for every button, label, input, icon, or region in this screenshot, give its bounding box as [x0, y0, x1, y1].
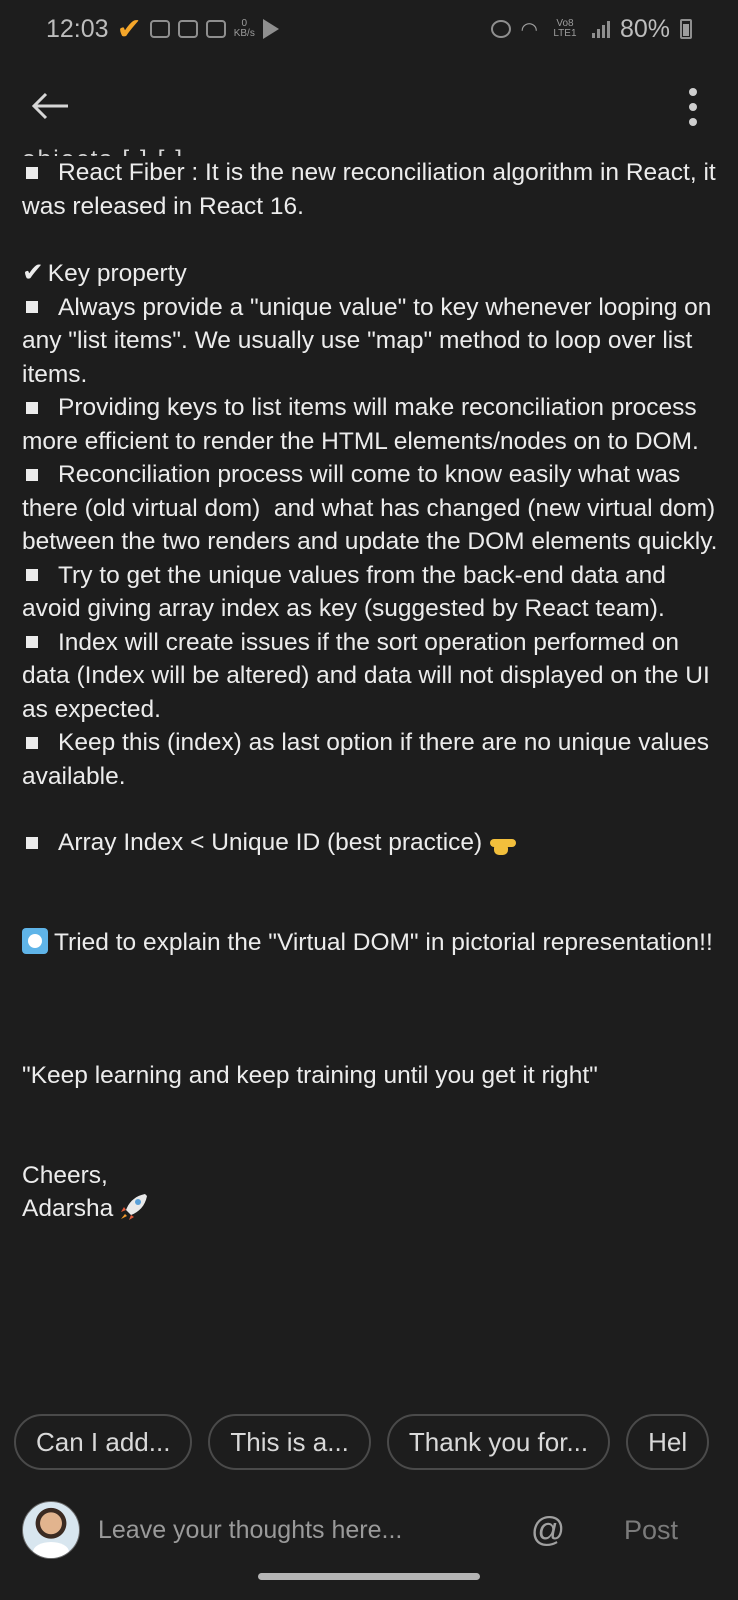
key-bullet-text: Always provide a "unique value" to key w…: [22, 293, 719, 388]
bullet-icon: [26, 836, 38, 849]
signoff: Cheers,: [22, 1159, 722, 1193]
suggestion-chip[interactable]: Can I add...: [14, 1414, 193, 1470]
key-bullet: Keep this (index) as last option if ther…: [22, 726, 722, 793]
network-speed-indicator: 0 KB/s: [234, 19, 255, 39]
avatar[interactable]: [22, 1501, 80, 1559]
fiber-paragraph: React Fiber : It is the new reconciliati…: [22, 156, 722, 223]
bullet-icon: [26, 468, 38, 481]
quote-text: "Keep learning and keep training until y…: [22, 1062, 598, 1089]
status-left: 12:03 ✔ 0 KB/s: [46, 12, 279, 47]
more-dot-icon: [689, 103, 697, 111]
status-right: ◠ Vo8 LTE1 80%: [490, 14, 692, 44]
bullet-icon: [26, 301, 38, 314]
key-bullet-text: Index will create issues if the sort ope…: [22, 628, 717, 723]
key-bullet: Providing keys to list items will make r…: [22, 391, 722, 458]
home-indicator[interactable]: [258, 1573, 480, 1580]
key-bullet-text: Keep this (index) as last option if ther…: [22, 729, 716, 790]
more-dot-icon: [689, 88, 697, 96]
bullet-icon: [26, 569, 38, 582]
top-nav-bar: [0, 74, 738, 138]
key-bullet: Index will create issues if the sort ope…: [22, 626, 722, 727]
key-bullet: Reconciliation process will come to know…: [22, 458, 722, 559]
back-button[interactable]: [24, 80, 76, 132]
checkmark-notification-icon: ✔: [116, 12, 142, 46]
at-icon: @: [530, 1510, 566, 1549]
network-type-label: Vo8 LTE1: [553, 18, 577, 39]
comment-bar: @ Post: [22, 1500, 716, 1560]
pictorial-line: Tried to explain the "Virtual DOM" in pi…: [22, 926, 722, 960]
key-bullet: Always provide a "unique value" to key w…: [22, 291, 722, 392]
bullet-icon: [26, 401, 38, 414]
more-dot-icon: [689, 118, 697, 126]
screen: 12:03 ✔ 0 KB/s ◠ Vo8 LTE1 80% React Fibe…: [0, 0, 738, 1600]
key-bullet-text: Providing keys to list items will make r…: [22, 394, 704, 455]
arrow-left-icon: [31, 92, 68, 120]
battery-percentage: 80%: [619, 14, 670, 43]
battery-icon: [680, 19, 692, 39]
key-bullet-text: Reconciliation process will come to know…: [22, 461, 722, 555]
key-bullet: Try to get the unique values from the ba…: [22, 559, 722, 626]
clipped-text-line: objects [ ] [ ]: [22, 142, 722, 156]
mention-button[interactable]: @: [526, 1508, 570, 1552]
rocket-icon: [121, 1194, 148, 1220]
suggestion-chip[interactable]: This is a...: [208, 1414, 371, 1470]
white-circle-button-icon: [22, 927, 48, 954]
key-property-heading: ✔ Key property: [22, 256, 722, 291]
checkmark-icon: ✔: [22, 257, 44, 287]
author-name: Adarsha: [22, 1195, 114, 1222]
author-line: Adarsha: [22, 1192, 722, 1226]
cheers-text: Cheers,: [22, 1161, 108, 1189]
key-heading-text: Key property: [47, 260, 187, 287]
array-index-line: Array Index < Unique ID (best practice): [22, 826, 722, 860]
bullet-icon: [26, 736, 38, 749]
fiber-text: React Fiber : It is the new reconciliati…: [22, 159, 723, 220]
pointing-hand-icon: [490, 838, 517, 855]
suggested-replies: Can I add... This is a... Thank you for.…: [14, 1414, 738, 1472]
status-bar: 12:03 ✔ 0 KB/s ◠ Vo8 LTE1 80%: [0, 0, 738, 58]
post-content: objects [ ] [ ] React Fiber : It is the …: [22, 142, 722, 1226]
suggestion-chip[interactable]: Hel: [626, 1414, 710, 1470]
youtube-notification-icon: [149, 20, 170, 38]
wifi-icon: ◠: [520, 18, 538, 41]
array-index-text: Array Index < Unique ID (best practice): [58, 829, 483, 856]
pictorial-text: Tried to explain the "Virtual DOM" in pi…: [54, 928, 713, 956]
comment-input[interactable]: [96, 1504, 516, 1556]
status-time: 12:03: [46, 14, 109, 43]
gmail-notification-icon: [177, 20, 198, 38]
quote-line: "Keep learning and keep training until y…: [22, 1059, 722, 1093]
bullet-icon: [26, 166, 38, 179]
gallery-notification-icon: [205, 20, 226, 38]
key-bullet-text: Try to get the unique values from the ba…: [22, 561, 673, 623]
bullet-icon: [26, 636, 38, 649]
more-options-button[interactable]: [678, 84, 708, 130]
post-button[interactable]: Post: [624, 1515, 678, 1546]
play-store-notification-icon: [262, 19, 279, 39]
network-speed-unit: KB/s: [233, 28, 255, 39]
clipped-text: objects [ ] [ ]: [22, 143, 184, 156]
suggestion-chip[interactable]: Thank you for...: [386, 1414, 611, 1470]
signal-strength-icon: [591, 20, 610, 38]
alarm-icon: [490, 20, 511, 38]
